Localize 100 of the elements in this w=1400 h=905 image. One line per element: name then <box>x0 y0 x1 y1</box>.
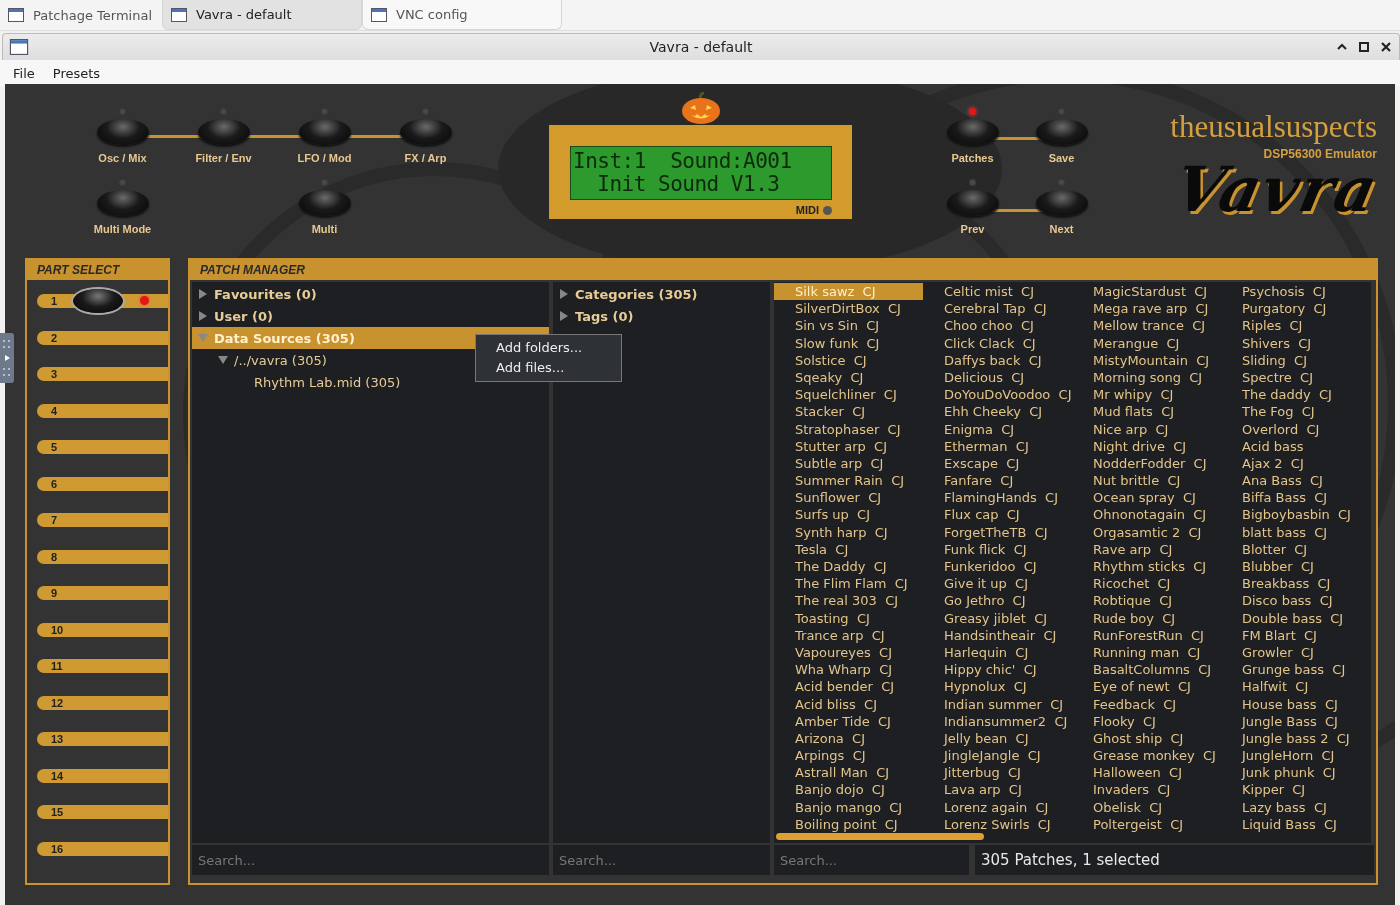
patch-item[interactable]: Invaders CJ <box>1072 781 1221 799</box>
patch-item[interactable]: Arpings CJ <box>774 747 923 765</box>
patch-item[interactable]: Ohnonotagain CJ <box>1072 506 1221 524</box>
patch-item[interactable]: Go Jethro CJ <box>923 592 1072 610</box>
patch-item[interactable]: Cerebral Tap CJ <box>923 300 1072 318</box>
collapsed-arrow-icon[interactable] <box>198 311 208 321</box>
patch-item[interactable]: Stacker CJ <box>774 403 923 421</box>
patch-item[interactable]: Tesla CJ <box>774 540 923 558</box>
part-button[interactable]: 2 <box>37 330 168 345</box>
patch-item[interactable]: Rave arp CJ <box>1072 540 1221 558</box>
patch-item[interactable]: Banjo dojo CJ <box>774 781 923 799</box>
patch-item[interactable]: RunForestRun CJ <box>1072 626 1221 644</box>
patch-item[interactable]: Lorenz Swirls CJ <box>923 815 1072 833</box>
patch-item[interactable]: Acid bass <box>1221 437 1370 455</box>
taskbar-tab[interactable]: VNC config <box>362 0 562 30</box>
patch-item[interactable]: Ocean spray CJ <box>1072 489 1221 507</box>
patch-item[interactable]: Indiansummer2 CJ <box>923 712 1072 730</box>
patch-item[interactable]: Exscape CJ <box>923 454 1072 473</box>
patch-item[interactable]: Eye of newt CJ <box>1072 678 1221 696</box>
maximize-icon[interactable] <box>1357 40 1371 54</box>
patch-item[interactable]: Kipper CJ <box>1221 781 1370 799</box>
patch-item[interactable]: FlamingHands CJ <box>923 489 1072 507</box>
patch-item[interactable]: Mellow trance CJ <box>1072 317 1221 335</box>
patch-item[interactable]: Click Clack CJ <box>923 334 1072 352</box>
patch-item[interactable]: Rude boy CJ <box>1072 609 1221 627</box>
search-field[interactable]: Search... <box>553 845 770 875</box>
patch-item[interactable]: Funkeridoo CJ <box>923 558 1072 576</box>
patch-item[interactable]: Greasy jiblet CJ <box>923 609 1072 627</box>
patch-item[interactable]: Slow funk CJ <box>774 334 923 352</box>
patch-item[interactable]: Jelly bean CJ <box>923 729 1072 748</box>
side-handle[interactable] <box>0 333 14 383</box>
patch-item[interactable]: Lorenz again CJ <box>923 798 1072 816</box>
part-button[interactable]: 8 <box>37 549 168 564</box>
patch-item[interactable]: Poltergeist CJ <box>1072 815 1221 833</box>
part-button[interactable]: 11 <box>37 659 168 673</box>
tree-item[interactable]: Categories (305) <box>553 283 770 305</box>
menu-item[interactable]: Add files... <box>476 358 621 378</box>
patch-item[interactable]: Indian summer CJ <box>923 695 1072 713</box>
patch-item[interactable]: The real 303 CJ <box>774 592 923 610</box>
patch-item[interactable]: Surfs up CJ <box>774 506 923 524</box>
patch-item[interactable]: Growler CJ <box>1221 643 1370 662</box>
round-button[interactable] <box>1035 190 1088 216</box>
patch-item[interactable]: Breakbass CJ <box>1221 575 1370 593</box>
patch-item[interactable]: MagicStardust CJ <box>1072 283 1221 301</box>
patch-item[interactable]: Robtique CJ <box>1072 592 1221 610</box>
patch-item[interactable]: Obelisk CJ <box>1072 798 1221 816</box>
patch-item[interactable]: The Flim Flam CJ <box>774 575 923 593</box>
patch-item[interactable]: Delicious CJ <box>923 368 1072 387</box>
patch-item[interactable]: Sqeaky CJ <box>774 368 923 387</box>
round-button[interactable] <box>1035 119 1088 145</box>
patch-item[interactable]: Give it up CJ <box>923 575 1072 593</box>
part-button[interactable]: 13 <box>37 732 168 746</box>
patch-item[interactable]: JingleJangle CJ <box>923 747 1072 765</box>
patch-item[interactable]: Disco bass CJ <box>1221 592 1370 610</box>
patch-item[interactable]: Nut brittle CJ <box>1072 472 1221 490</box>
round-button[interactable] <box>96 119 149 145</box>
patch-item[interactable]: Amber Tide CJ <box>774 712 923 730</box>
patch-item[interactable]: Jungle bass 2 CJ <box>1221 729 1370 748</box>
patch-item[interactable]: Running man CJ <box>1072 643 1221 662</box>
patch-item[interactable]: Ehh Cheeky CJ <box>923 403 1072 421</box>
patch-item[interactable]: Funk flick CJ <box>923 540 1072 558</box>
patch-item[interactable]: Feedback CJ <box>1072 695 1221 713</box>
tree-item[interactable]: Favourites (0) <box>192 283 549 305</box>
patch-item[interactable]: Fanfare CJ <box>923 472 1072 490</box>
patch-item[interactable]: Celtic mist CJ <box>923 283 1072 301</box>
part-button[interactable]: 9 <box>37 586 168 600</box>
patch-item[interactable]: The Fog CJ <box>1221 403 1370 421</box>
round-button[interactable] <box>298 190 351 216</box>
patch-item[interactable]: Vapoureyes CJ <box>774 643 923 662</box>
patch-item[interactable]: Night drive CJ <box>1072 437 1221 455</box>
scrollbar-thumb[interactable] <box>776 833 984 840</box>
patch-item[interactable]: DoYouDoVoodoo CJ <box>923 386 1072 404</box>
patch-item[interactable]: Rhythm sticks CJ <box>1072 558 1221 576</box>
patch-item[interactable]: Arizona CJ <box>774 729 923 748</box>
patch-item[interactable]: Biffa Bass CJ <box>1221 489 1370 507</box>
patch-item[interactable]: The daddy CJ <box>1221 386 1370 404</box>
patch-item[interactable]: Trance arp CJ <box>774 626 923 644</box>
patch-item[interactable]: SilverDirtBox CJ <box>774 300 923 318</box>
close-icon[interactable] <box>1379 40 1393 54</box>
tree-item[interactable]: User (0) <box>192 305 549 327</box>
part-button[interactable]: 15 <box>37 805 168 819</box>
round-button[interactable] <box>399 119 452 145</box>
patch-item[interactable]: The Daddy CJ <box>774 558 923 576</box>
patch-item[interactable]: Shivers CJ <box>1221 334 1370 352</box>
part-button[interactable]: 14 <box>37 768 168 783</box>
tree-item[interactable]: Tags (0) <box>553 305 770 327</box>
patch-item[interactable]: blatt bass CJ <box>1221 523 1370 541</box>
taskbar-tab[interactable]: Patchage Terminal <box>0 0 162 30</box>
patch-item[interactable]: Lava arp CJ <box>923 781 1072 799</box>
menu-item[interactable]: Presets <box>45 63 108 83</box>
patch-item[interactable]: FM Blart CJ <box>1221 626 1370 644</box>
patch-item[interactable]: Sliding CJ <box>1221 351 1370 369</box>
patch-item[interactable]: Mega rave arp CJ <box>1072 300 1221 318</box>
collapsed-arrow-icon[interactable] <box>559 289 569 299</box>
patch-item[interactable]: Sin vs Sin CJ <box>774 317 923 335</box>
patch-item[interactable]: Solstice CJ <box>774 351 923 369</box>
patch-item[interactable]: Halloween CJ <box>1072 764 1221 782</box>
patch-item[interactable]: Spectre CJ <box>1221 368 1370 387</box>
patch-item[interactable]: Flux cap CJ <box>923 506 1072 524</box>
round-button[interactable] <box>197 119 250 145</box>
